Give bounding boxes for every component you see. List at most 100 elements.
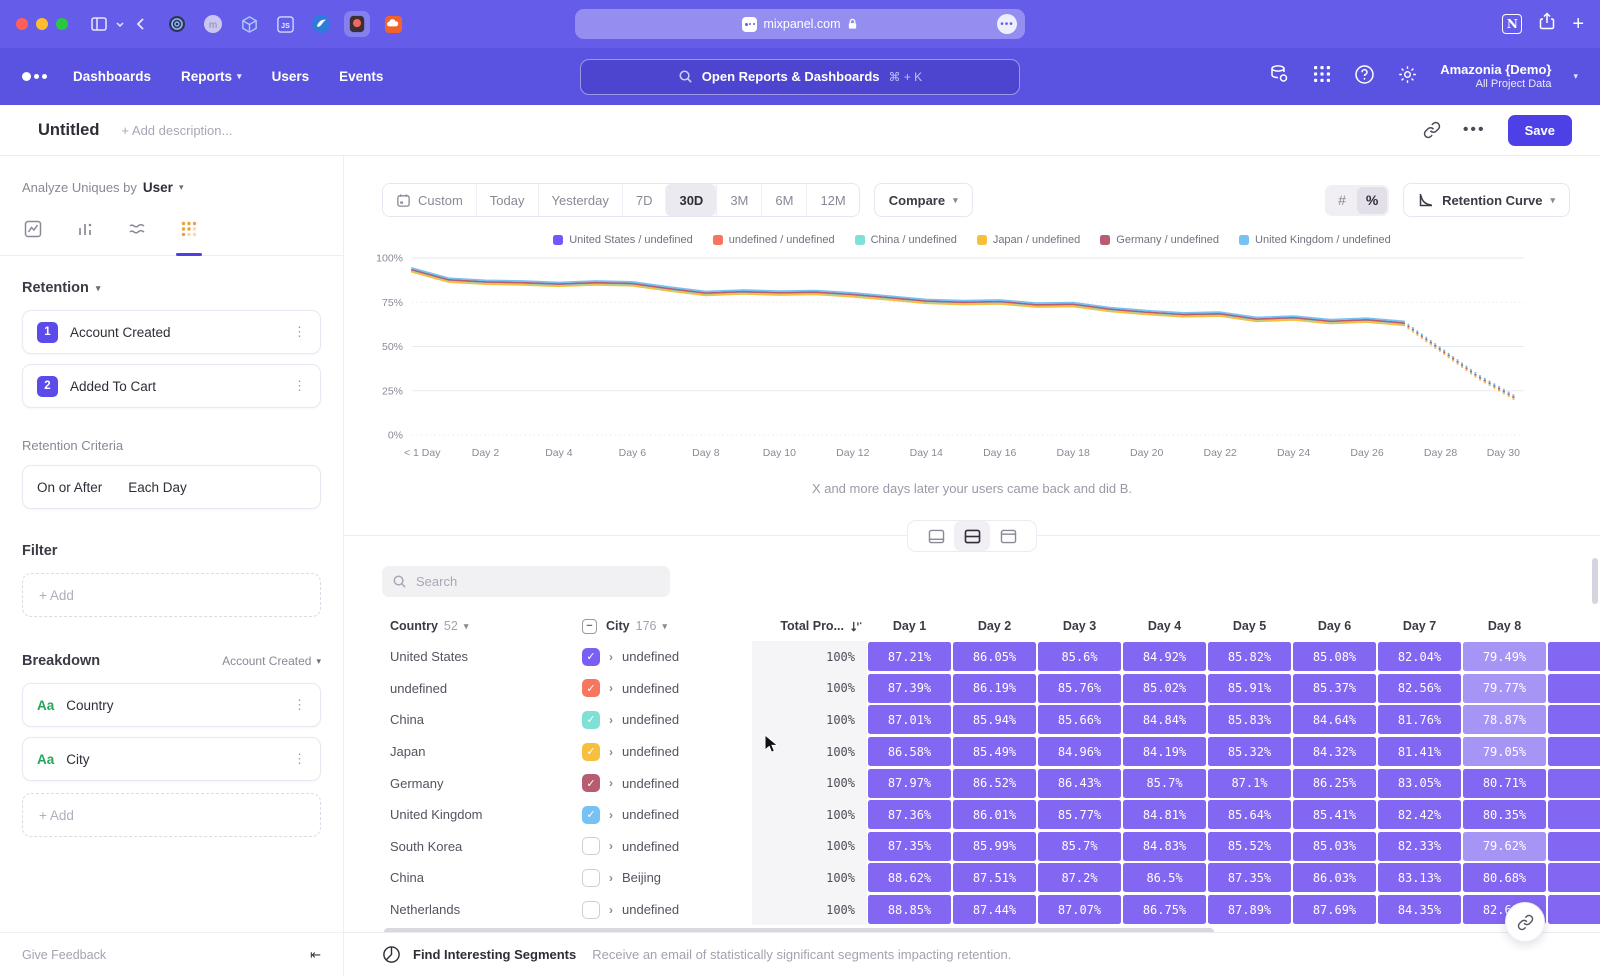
breakdown-city[interactable]: Aa City ⋮ — [22, 737, 321, 781]
day-column-header[interactable]: Day 7 — [1377, 619, 1462, 633]
nav-item-events[interactable]: Events — [339, 69, 383, 84]
segments-title[interactable]: Find Interesting Segments — [413, 947, 576, 962]
range-custom[interactable]: Custom — [383, 184, 476, 216]
expand-row-icon[interactable]: › — [609, 713, 613, 727]
share-link-fab[interactable] — [1505, 902, 1545, 942]
nav-item-reports[interactable]: Reports▾ — [181, 69, 242, 84]
row-visibility-checkbox[interactable]: ✓ — [582, 711, 600, 729]
view-split-icon[interactable] — [954, 521, 990, 551]
browser-extension-icon-bird[interactable] — [308, 11, 334, 37]
zoom-window-button[interactable] — [56, 18, 68, 30]
row-visibility-checkbox[interactable]: ✓ — [582, 774, 600, 792]
select-all-checkbox[interactable]: − — [582, 619, 597, 634]
apps-grid-icon[interactable] — [1312, 64, 1332, 89]
expand-row-icon[interactable]: › — [609, 650, 613, 664]
compare-button[interactable]: Compare ▾ — [874, 183, 973, 217]
help-icon[interactable] — [1354, 64, 1375, 90]
table-search-input[interactable] — [416, 574, 636, 589]
vertical-scrollbar[interactable] — [1592, 558, 1598, 604]
breakdown-menu-icon[interactable]: ⋮ — [293, 756, 306, 762]
day-column-header[interactable]: Day 3 — [1037, 619, 1122, 633]
range-6m[interactable]: 6M — [761, 184, 806, 216]
city-column-header[interactable]: − City 176 ▾ — [582, 619, 752, 634]
browser-extension-icon-js[interactable]: JS — [272, 11, 298, 37]
range-7d[interactable]: 7D — [622, 184, 666, 216]
retention-step-1[interactable]: 1 Account Created ⋮ — [22, 310, 321, 354]
criteria-condition[interactable]: On or After — [37, 480, 102, 495]
new-tab-icon[interactable]: + — [1572, 13, 1584, 36]
breakdown-property-name[interactable]: Country — [66, 698, 113, 713]
view-table-only-icon[interactable] — [990, 521, 1026, 551]
report-description-placeholder[interactable]: + Add description... — [121, 123, 232, 138]
criteria-value[interactable]: Each Day — [128, 480, 187, 495]
table-search[interactable] — [382, 566, 670, 597]
tab-retention[interactable] — [168, 215, 210, 243]
retention-step-2[interactable]: 2 Added To Cart ⋮ — [22, 364, 321, 408]
tab-funnels[interactable] — [64, 215, 106, 243]
step-menu-icon[interactable]: ⋮ — [293, 383, 306, 389]
browser-extension-icon-target[interactable] — [164, 11, 190, 37]
range-today[interactable]: Today — [476, 184, 538, 216]
sidebar-toggle-icon[interactable] — [86, 11, 112, 37]
window-controls[interactable] — [16, 18, 68, 30]
country-column-header[interactable]: Country 52 ▾ — [382, 619, 582, 633]
analyze-value[interactable]: User — [143, 180, 173, 195]
expand-row-icon[interactable]: › — [609, 871, 613, 885]
step-menu-icon[interactable]: ⋮ — [293, 329, 306, 335]
expand-row-icon[interactable]: › — [609, 839, 613, 853]
back-icon[interactable] — [128, 11, 154, 37]
row-visibility-checkbox[interactable]: ✓ — [582, 743, 600, 761]
day-column-header[interactable]: Day 1 — [867, 619, 952, 633]
browser-extension-icon-m[interactable]: m — [200, 11, 226, 37]
legend-item[interactable]: undefined / undefined — [713, 234, 835, 246]
range-30d[interactable]: 30D — [665, 184, 716, 216]
legend-item[interactable]: China / undefined — [855, 234, 957, 246]
share-icon[interactable] — [1538, 12, 1556, 36]
step-event-name[interactable]: Account Created — [70, 325, 171, 340]
view-chart-only-icon[interactable] — [918, 521, 954, 551]
notion-extension-icon[interactable]: N — [1502, 14, 1522, 34]
give-feedback-link[interactable]: Give Feedback — [22, 948, 106, 962]
copy-link-icon[interactable] — [1423, 121, 1441, 139]
chart-type-selector[interactable]: Retention Curve ▾ — [1403, 183, 1570, 217]
legend-item[interactable]: United Kingdom / undefined — [1239, 234, 1391, 246]
retention-criteria-control[interactable]: On or After Each Day — [22, 465, 321, 509]
range-3m[interactable]: 3M — [716, 184, 761, 216]
row-visibility-checkbox[interactable] — [582, 901, 600, 919]
report-title[interactable]: Untitled — [38, 121, 99, 140]
legend-item[interactable]: Germany / undefined — [1100, 234, 1219, 246]
tab-insights[interactable] — [12, 215, 54, 243]
expand-row-icon[interactable]: › — [609, 808, 613, 822]
step-event-name[interactable]: Added To Cart — [70, 379, 156, 394]
extensions-menu-icon[interactable]: ••• — [997, 14, 1017, 34]
more-options-icon[interactable]: ••• — [1463, 121, 1486, 139]
save-button[interactable]: Save — [1508, 115, 1572, 146]
expand-row-icon[interactable]: › — [609, 681, 613, 695]
row-visibility-checkbox[interactable]: ✓ — [582, 806, 600, 824]
day-column-header[interactable]: Day 4 — [1122, 619, 1207, 633]
browser-extension-icon-active[interactable] — [344, 11, 370, 37]
expand-row-icon[interactable]: › — [609, 745, 613, 759]
row-visibility-checkbox[interactable] — [582, 869, 600, 887]
add-filter-button[interactable]: + Add — [22, 573, 321, 617]
legend-item[interactable]: United States / undefined — [553, 234, 693, 246]
day-column-header[interactable]: Day 6 — [1292, 619, 1377, 633]
global-search[interactable]: Open Reports & Dashboards ⌘ + K — [580, 59, 1020, 95]
chevron-down-icon[interactable] — [112, 11, 128, 37]
absolute-format-toggle[interactable]: # — [1327, 187, 1357, 214]
breakdown-country[interactable]: Aa Country ⋮ — [22, 683, 321, 727]
percent-format-toggle[interactable]: % — [1357, 187, 1387, 214]
browser-extension-icon-cube[interactable] — [236, 11, 262, 37]
data-management-icon[interactable] — [1268, 63, 1290, 90]
expand-row-icon[interactable]: › — [609, 776, 613, 790]
range-12m[interactable]: 12M — [806, 184, 858, 216]
legend-item[interactable]: Japan / undefined — [977, 234, 1080, 246]
collapse-sidebar-icon[interactable]: ⇤ — [310, 947, 321, 963]
row-visibility-checkbox[interactable]: ✓ — [582, 679, 600, 697]
total-column-header[interactable]: Total Pro... — [752, 619, 867, 633]
nav-item-dashboards[interactable]: Dashboards — [73, 69, 151, 84]
breakdown-menu-icon[interactable]: ⋮ — [293, 702, 306, 708]
add-breakdown-button[interactable]: + Add — [22, 793, 321, 837]
settings-gear-icon[interactable] — [1397, 64, 1418, 90]
mixpanel-logo[interactable] — [22, 72, 47, 81]
